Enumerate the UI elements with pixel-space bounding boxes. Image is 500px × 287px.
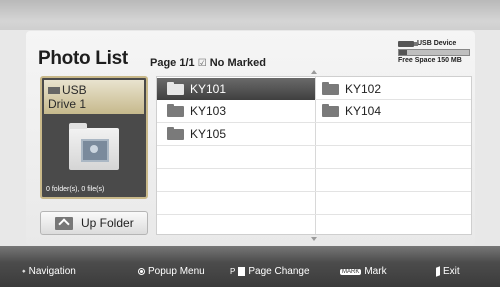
folder-list: KY101 KY102 KY103 KY104 KY105 [156,76,472,235]
folder-item-ky103[interactable]: KY103 [157,100,315,122]
folder-icon [167,103,184,117]
folder-icon [322,81,339,95]
hint-popup-menu: Popup Menu [138,266,205,277]
drive-card[interactable]: USB Drive 1 0 folder(s), 0 file(s) [40,76,148,199]
hint-page-change: P Page Change [230,266,310,277]
up-folder-icon [55,216,73,230]
hint-exit: Exit [436,266,460,277]
page-number: Page 1/1 [150,57,195,69]
up-folder-label: Up Folder [81,216,134,230]
folder-name: KY102 [345,82,382,96]
folder-icon [167,81,184,95]
folder-item-ky101[interactable]: KY101 [157,78,315,100]
page-key-box-icon [238,267,246,276]
up-folder-button[interactable]: Up Folder [40,211,148,235]
check-icon: ☑ [197,58,207,69]
drive-name: USB [62,83,87,97]
free-space: Free Space 150 MB [398,57,462,64]
folder-name: KY105 [190,127,227,141]
page-key-icon: P [230,267,236,276]
photo-icon [81,139,109,162]
page-indicator: Page 1/1 ☑ No Marked [150,57,266,69]
usb-device-icon [398,40,418,47]
folder-item-ky105[interactable]: KY105 [157,123,315,145]
drive-number: Drive 1 [48,97,87,111]
folder-name: KY101 [190,82,227,96]
folder-name: KY104 [345,104,382,118]
page-title: Photo List [38,48,128,69]
device-name: USB Device [417,40,457,47]
scroll-down-icon[interactable] [311,237,317,241]
folder-icon [167,126,184,140]
marked-status: No Marked [209,57,266,69]
exit-key-icon [436,266,440,277]
scroll-up-icon[interactable] [311,70,317,74]
drive-count: 0 folder(s), 0 file(s) [46,186,105,193]
folder-name: KY103 [190,104,227,118]
top-band [0,0,500,30]
folder-icon [322,103,339,117]
drive-header: USB Drive 1 [44,80,144,114]
hint-navigation: ⬩ Navigation [22,266,76,277]
device-info: USB Device Free Space 150 MB [398,40,472,64]
folder-item-ky104[interactable]: KY104 [316,100,472,122]
ok-button-icon [138,268,145,275]
navigation-icon: ⬩ [22,266,26,277]
folder-item-ky102[interactable]: KY102 [316,78,472,100]
folder-thumbnail-icon [69,123,119,170]
hint-mark: MARK Mark [340,266,387,277]
usb-drive-icon [48,87,60,95]
mark-key-icon: MARK [340,268,362,275]
storage-bar [398,49,470,56]
